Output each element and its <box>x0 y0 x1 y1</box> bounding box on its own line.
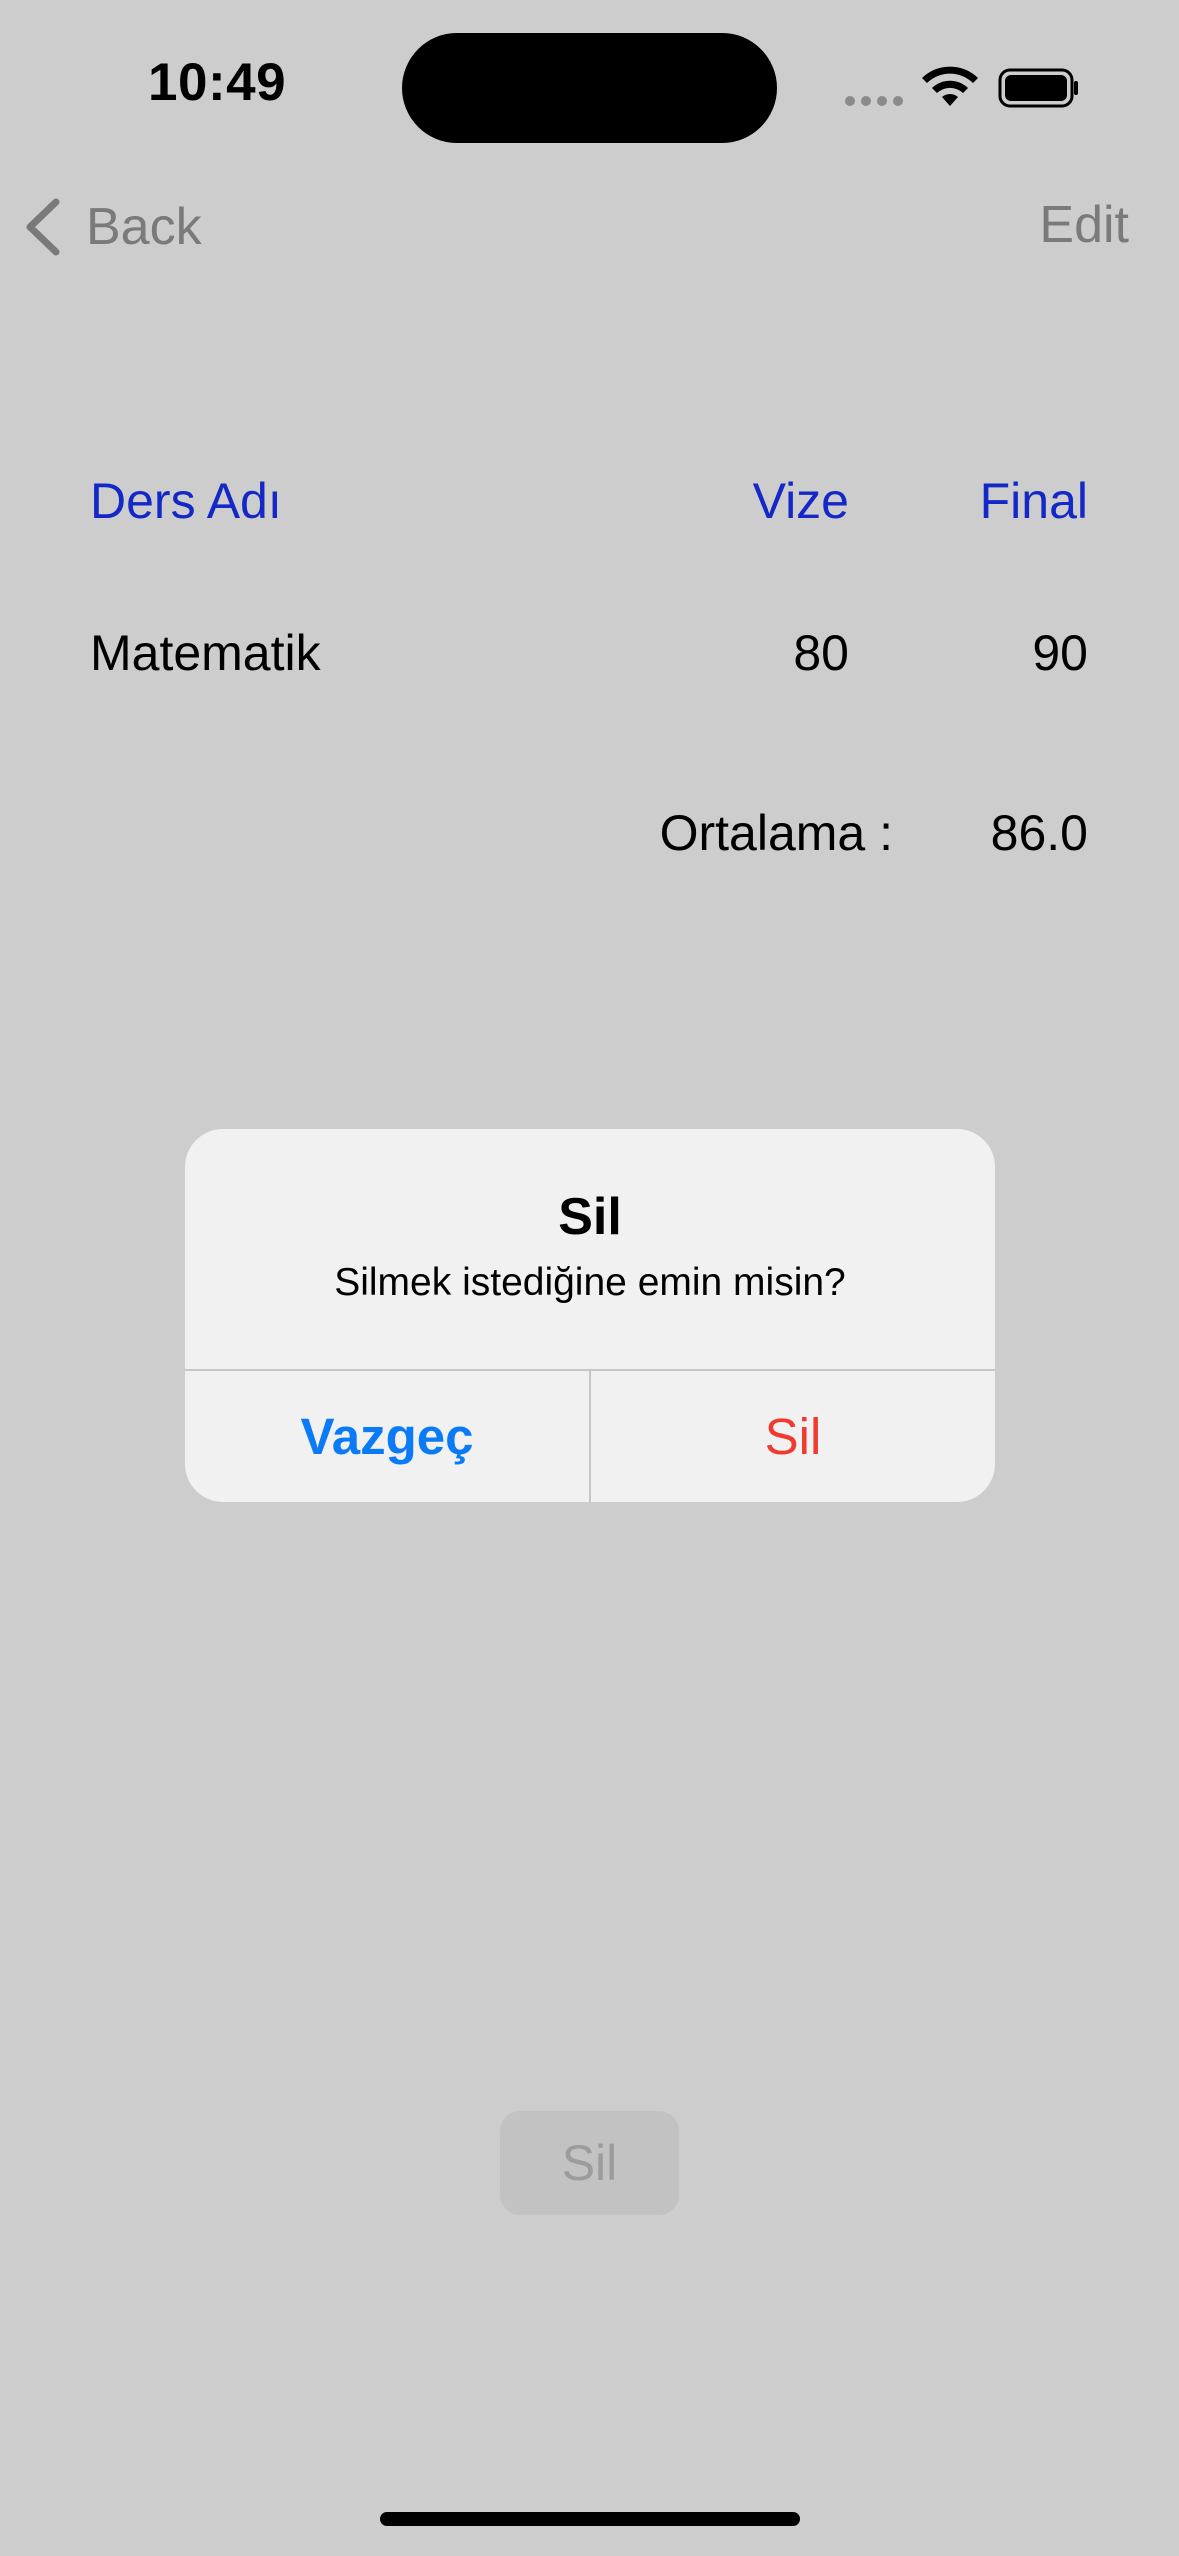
edit-button[interactable]: Edit <box>1039 195 1129 255</box>
alert-title: Sil <box>558 1188 622 1246</box>
header-final: Final <box>979 473 1088 529</box>
header-course-name: Ders Adı <box>90 473 282 529</box>
alert-message: Silmek istediğine emin misin? <box>334 1261 846 1304</box>
alert-cancel-button[interactable]: Vazgeç <box>185 1371 589 1502</box>
delete-button[interactable]: Sil <box>500 2111 679 2215</box>
header-midterm: Vize <box>752 473 849 529</box>
back-button[interactable]: Back <box>22 192 202 262</box>
row-final: 90 <box>1032 625 1088 681</box>
back-label: Back <box>86 198 202 256</box>
average-label: Ortalama : <box>659 805 893 861</box>
chevron-left-icon <box>26 198 60 256</box>
wifi-icon <box>922 66 978 106</box>
battery-icon <box>998 68 1078 108</box>
delete-confirmation-alert: Sil Silmek istediğine emin misin? Vazgeç… <box>185 1129 995 1502</box>
dynamic-island <box>402 33 777 143</box>
status-time: 10:49 <box>148 53 287 112</box>
cellular-signal-icon <box>845 96 905 108</box>
alert-delete-button[interactable]: Sil <box>591 1371 995 1502</box>
row-course-name: Matematik <box>90 625 321 681</box>
average-value: 86.0 <box>990 805 1088 861</box>
home-indicator[interactable] <box>380 2512 800 2526</box>
row-midterm: 80 <box>793 625 849 681</box>
